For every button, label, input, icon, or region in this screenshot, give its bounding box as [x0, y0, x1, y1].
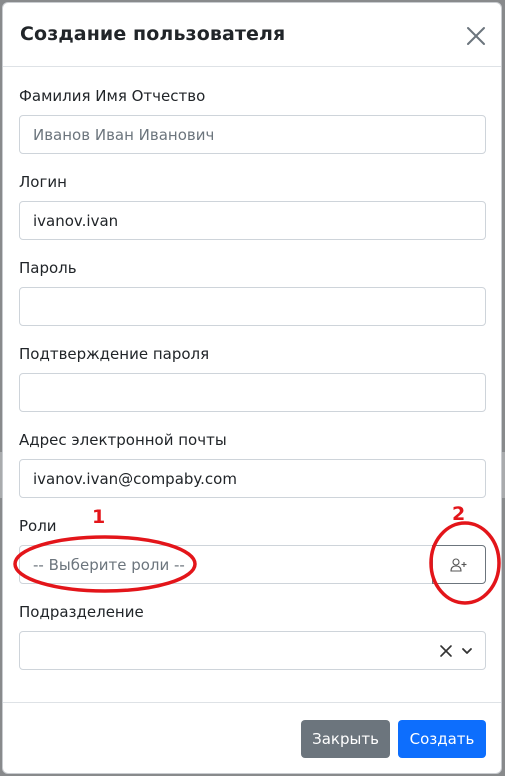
close-icon — [467, 27, 485, 45]
create-button[interactable]: Создать — [398, 720, 486, 758]
create-user-modal: Создание пользователя Фамилия Имя Отчест… — [2, 2, 502, 774]
password-label: Пароль — [19, 259, 77, 277]
email-input[interactable]: ivanov.ivan@compaby.com — [19, 459, 486, 498]
user-plus-icon — [450, 557, 467, 572]
add-role-button[interactable] — [432, 545, 486, 584]
login-input[interactable]: ivanov.ivan — [19, 201, 486, 240]
modal-title: Создание пользователя — [20, 23, 286, 45]
roles-label: Роли — [19, 517, 57, 535]
modal-footer: Закрыть Создать — [3, 702, 501, 773]
annotation-marker-2: 2 — [452, 503, 466, 525]
login-label: Логин — [19, 173, 67, 191]
chevron-down-icon[interactable] — [461, 645, 473, 657]
full-name-input[interactable]: Иванов Иван Иванович — [19, 115, 486, 154]
select-controls — [439, 632, 473, 669]
close-modal-button[interactable]: Закрыть — [301, 720, 390, 758]
annotation-marker-1: 1 — [92, 506, 106, 528]
modal-header: Создание пользователя — [3, 3, 501, 67]
password-confirm-label: Подтверждение пароля — [19, 345, 210, 363]
full-name-label: Фамилия Имя Отчество — [19, 87, 206, 105]
department-label: Подразделение — [19, 603, 144, 621]
password-input[interactable] — [19, 287, 486, 326]
email-label: Адрес электронной почты — [19, 431, 227, 449]
roles-select[interactable]: -- Выберите роли -- — [19, 545, 433, 584]
department-select[interactable] — [19, 631, 486, 670]
password-confirm-input[interactable] — [19, 373, 486, 412]
close-button[interactable] — [465, 25, 487, 47]
clear-x-icon[interactable] — [439, 644, 453, 658]
